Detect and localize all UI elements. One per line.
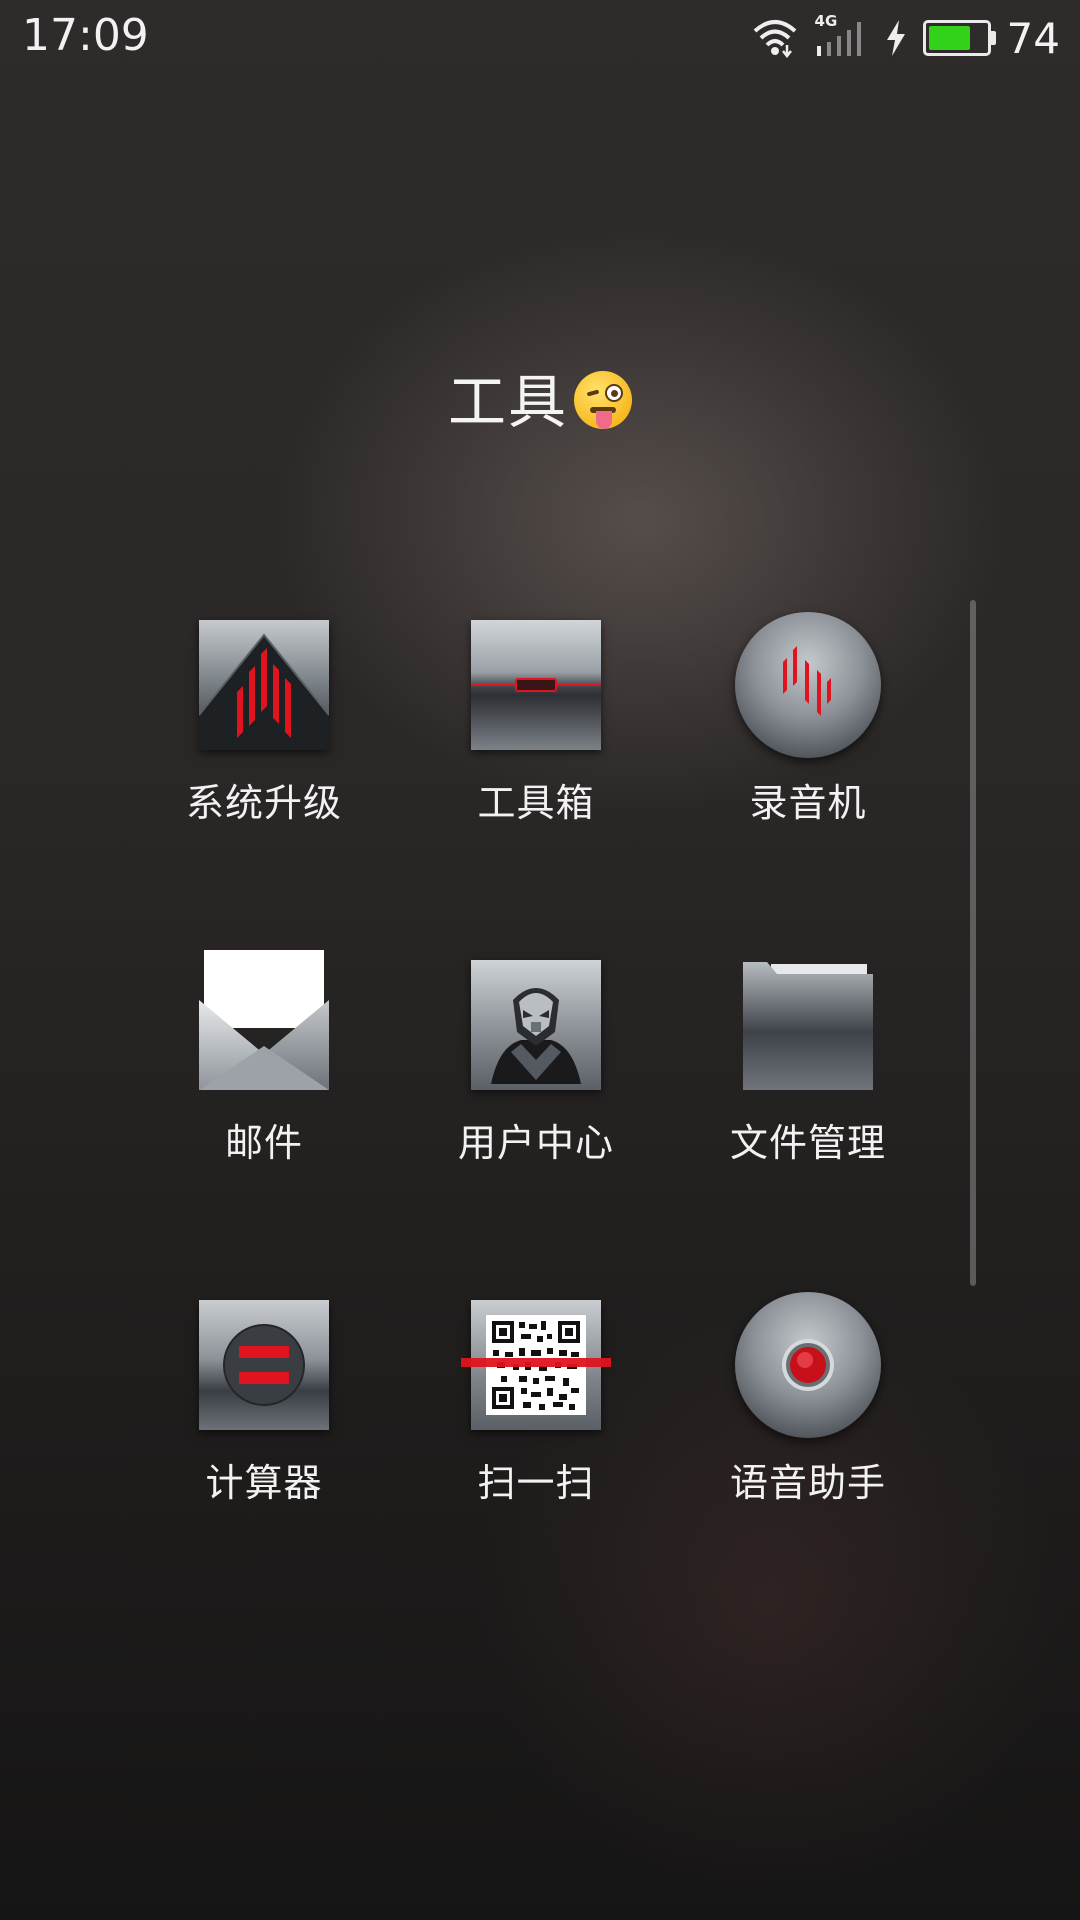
battery-icon: [922, 20, 996, 56]
app-voice-assistant[interactable]: 语音助手: [672, 1270, 944, 1530]
app-label: 系统升级: [185, 781, 342, 825]
wifi-icon: [753, 20, 796, 59]
battery-percent: 74: [1006, 13, 1060, 63]
app-calculator[interactable]: 计算器: [128, 1270, 400, 1530]
winking-tongue-emoji-icon: [574, 371, 632, 429]
status-time: 17:09: [22, 10, 149, 61]
app-system-update[interactable]: 系统升级: [128, 590, 400, 850]
system-update-icon: [199, 620, 329, 750]
user-center-icon: [471, 960, 601, 1090]
app-label: 工具箱: [477, 781, 595, 825]
recorder-icon: [735, 612, 881, 758]
status-icons: 4G 74: [751, 12, 1060, 63]
app-recorder[interactable]: 录音机: [672, 590, 944, 850]
app-qr-scan[interactable]: 扫一扫: [400, 1270, 672, 1530]
status-bar: 17:09 4G 74: [0, 0, 1080, 76]
folder-title-text: 工具: [447, 368, 568, 436]
app-file-manager[interactable]: 文件管理: [672, 930, 944, 1190]
battery-fill: [928, 26, 970, 50]
app-label: 计算器: [205, 1461, 323, 1505]
folder-scrollbar[interactable]: [970, 600, 976, 1286]
charging-icon: [886, 20, 905, 56]
app-label: 语音助手: [729, 1461, 886, 1505]
toolbox-icon: [471, 620, 601, 750]
mail-icon: [199, 950, 329, 1090]
qr-scan-icon: [461, 1300, 611, 1430]
app-label: 录音机: [749, 781, 867, 825]
app-label: 用户中心: [457, 1121, 614, 1165]
app-label: 文件管理: [729, 1121, 886, 1165]
app-user-center[interactable]: 用户中心: [400, 930, 672, 1190]
folder-title[interactable]: 工具: [0, 355, 1080, 439]
app-label: 扫一扫: [477, 1461, 595, 1505]
app-label: 邮件: [224, 1121, 303, 1165]
app-toolbox[interactable]: 工具箱: [400, 590, 672, 850]
calculator-icon: [199, 1300, 329, 1430]
app-mail[interactable]: 邮件: [128, 930, 400, 1190]
signal-icon: 4G: [813, 12, 869, 60]
folder-icon: [743, 960, 873, 1090]
voice-assistant-icon: [735, 1292, 881, 1438]
